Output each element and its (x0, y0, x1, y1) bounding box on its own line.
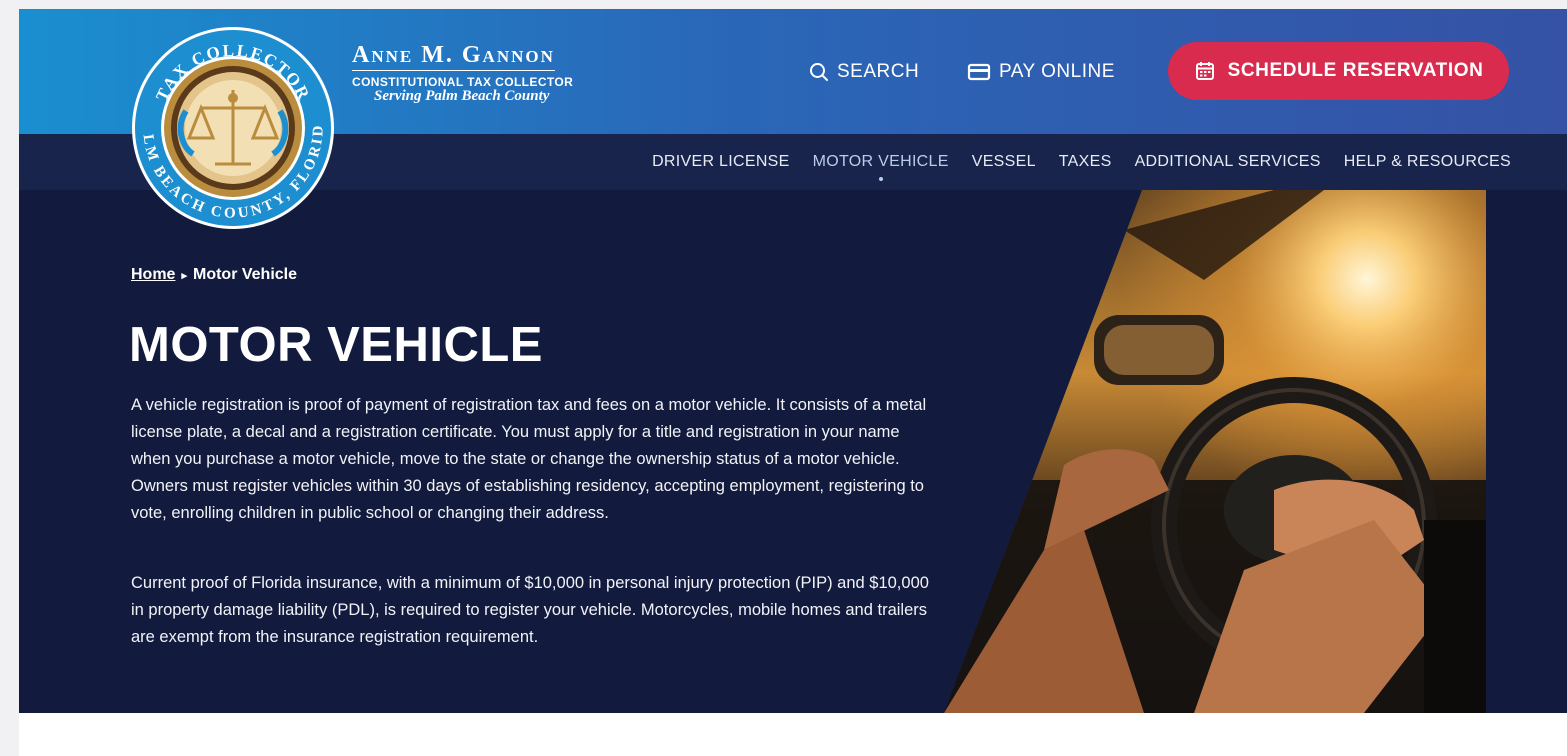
pay-online-link[interactable]: PAY ONLINE (967, 59, 1115, 85)
intro-paragraph: A vehicle registration is proof of payme… (131, 396, 927, 522)
page-frame: Anne M. Gannon CONSTITUTIONAL TAX COLLEC… (19, 9, 1567, 756)
brand-block[interactable]: Anne M. Gannon CONSTITUTIONAL TAX COLLEC… (352, 43, 573, 104)
schedule-reservation-button[interactable]: SCHEDULE RESERVATION (1168, 42, 1509, 100)
nav-item-help-resources[interactable]: HELP & RESOURCES (1344, 153, 1511, 171)
nav-item-driver-license[interactable]: DRIVER LICENSE (652, 153, 790, 171)
calendar-icon (1195, 62, 1214, 80)
nav-item-motor-vehicle[interactable]: MOTOR VEHICLE (812, 153, 949, 181)
search-link[interactable]: SEARCH (809, 59, 919, 85)
page-content-start (19, 713, 1567, 756)
seal-logo[interactable]: TAX COLLECTOR PALM BEACH COUNTY, FLORIDA (131, 26, 335, 230)
nav-item-additional-services[interactable]: ADDITIONAL SERVICES (1135, 153, 1321, 171)
breadcrumb-home-link[interactable]: Home (131, 266, 175, 283)
search-icon (810, 63, 828, 81)
nav-item-motor-vehicle-label: MOTOR VEHICLE (812, 153, 949, 170)
pay-online-label: PAY ONLINE (999, 61, 1115, 82)
brand-name: Anne M. Gannon (352, 43, 555, 71)
breadcrumb-current: Motor Vehicle (192, 266, 298, 283)
active-indicator (878, 177, 883, 181)
insurance-paragraph: Current proof of Florida insurance, with… (131, 574, 929, 646)
hero-photo-driver (944, 190, 1486, 713)
schedule-reservation-label: SCHEDULE RESERVATION (1227, 60, 1484, 81)
brand-tagline: Serving Palm Beach County (374, 88, 550, 104)
brand-subtitle: CONSTITUTIONAL TAX COLLECTOR (352, 75, 574, 89)
nav-item-taxes[interactable]: TAXES (1059, 153, 1112, 171)
nav-item-vessel[interactable]: VESSEL (972, 153, 1036, 171)
search-label: SEARCH (837, 61, 920, 82)
page-title: MOTOR VEHICLE (129, 318, 543, 372)
breadcrumb: Home ▸ Motor Vehicle (131, 266, 297, 284)
hero-section: Home ▸ Motor Vehicle MOTOR VEHICLE A vehic… (19, 190, 1567, 713)
breadcrumb-arrow-icon: ▸ (181, 270, 187, 282)
card-icon (967, 63, 991, 81)
